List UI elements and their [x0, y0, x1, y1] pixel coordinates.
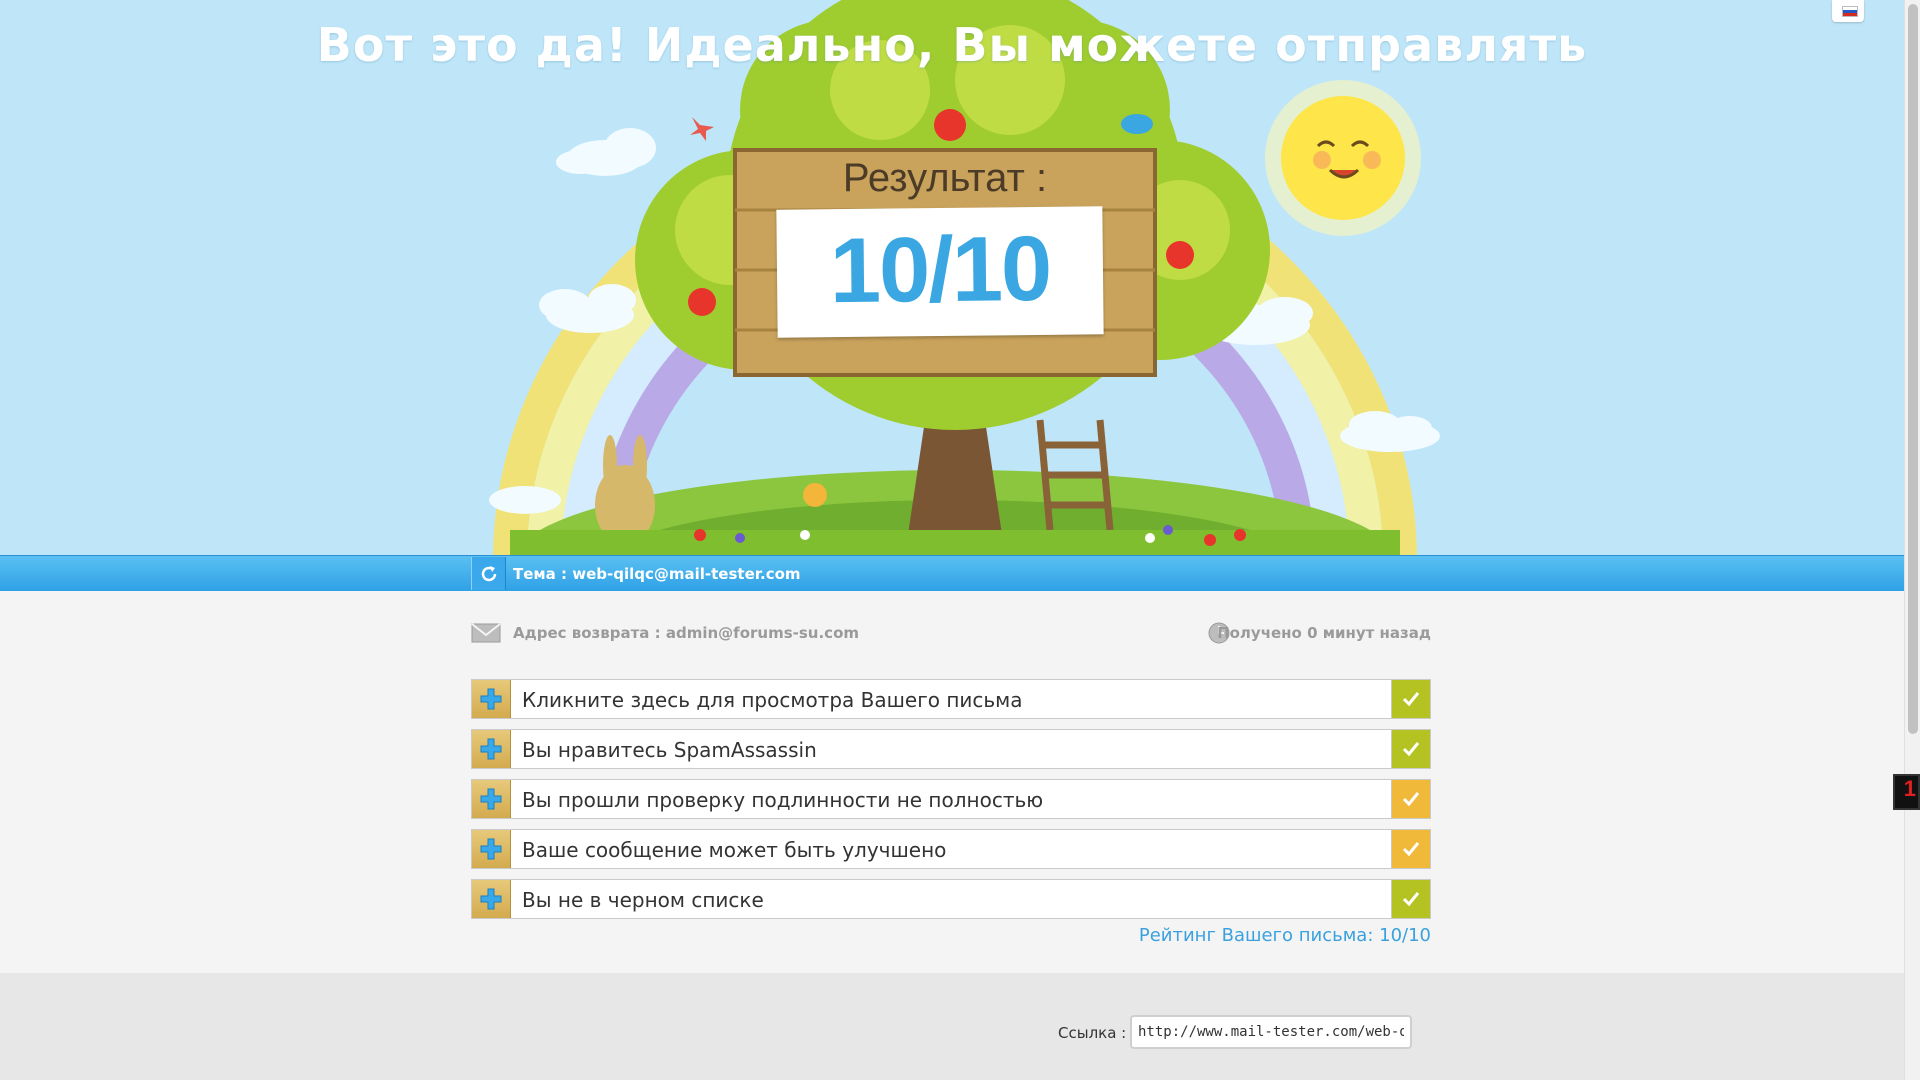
- scroll-thumb[interactable]: [1908, 4, 1918, 734]
- check-row-spamassassin[interactable]: Вы нравитесь SpamAssassin: [471, 729, 1431, 769]
- received-time: Получено 0 минут назад: [1208, 621, 1431, 644]
- subject-bar: Тема : web-qilqc@mail-tester.com: [0, 555, 1904, 592]
- email-rating-link[interactable]: Рейтинг Вашего письма: 10/10: [1139, 925, 1431, 946]
- plus-icon: [480, 888, 502, 910]
- result-headline: Вот это да! Идеально, Вы можете отправля…: [316, 18, 1588, 72]
- email-subject: Тема : web-qilqc@mail-tester.com: [513, 565, 801, 583]
- score-value: 10/10: [829, 217, 1051, 323]
- check-label: Вы не в черном списке: [522, 888, 764, 912]
- status-badge: [1391, 830, 1430, 868]
- plus-icon: [480, 738, 502, 760]
- results-panel: Адрес возврата : admin@forums-su.com Пол…: [0, 591, 1904, 973]
- check-label: Кликните здесь для просмотра Вашего пись…: [522, 688, 1023, 712]
- checkmark-icon: [1402, 742, 1420, 757]
- checkmark-icon: [1402, 842, 1420, 857]
- score-paper: 10/10: [776, 206, 1104, 338]
- expand-button[interactable]: [472, 680, 511, 718]
- share-link-input[interactable]: [1130, 1015, 1412, 1049]
- check-label: Ваше сообщение может быть улучшено: [522, 838, 947, 862]
- checkmark-icon: [1402, 892, 1420, 907]
- return-address-text: Адрес возврата : admin@forums-su.com: [513, 624, 860, 642]
- result-label: Результат :: [842, 156, 1048, 200]
- check-label: Вы прошли проверку подлинности не полнос…: [522, 788, 1044, 812]
- footer: Ссылка :: [0, 973, 1904, 1080]
- expand-button[interactable]: [472, 730, 511, 768]
- hero-banner: Вот это да! Идеально, Вы можете отправля…: [0, 0, 1904, 555]
- language-selector[interactable]: [1832, 0, 1864, 22]
- refresh-button[interactable]: [471, 557, 506, 590]
- checks-list: Кликните здесь для просмотра Вашего пись…: [471, 679, 1431, 929]
- refresh-icon: [481, 566, 497, 582]
- received-time-text: Получено 0 минут назад: [1217, 624, 1431, 642]
- checkmark-icon: [1402, 792, 1420, 807]
- expand-button[interactable]: [472, 880, 511, 918]
- check-row-authentication[interactable]: Вы прошли проверку подлинности не полнос…: [471, 779, 1431, 819]
- meta-row: Адрес возврата : admin@forums-su.com Пол…: [471, 621, 1431, 651]
- check-row-view-email[interactable]: Кликните здесь для просмотра Вашего пись…: [471, 679, 1431, 719]
- page-scrollbar[interactable]: [1904, 0, 1920, 1080]
- check-row-blacklist[interactable]: Вы не в черном списке: [471, 879, 1431, 919]
- status-badge: [1391, 780, 1430, 818]
- envelope-icon: [471, 623, 501, 643]
- plus-icon: [480, 788, 502, 810]
- link-label: Ссылка :: [1058, 1024, 1127, 1042]
- check-label: Вы нравитесь SpamAssassin: [522, 738, 817, 762]
- plus-icon: [480, 688, 502, 710]
- status-badge: [1391, 880, 1430, 918]
- checkmark-icon: [1402, 692, 1420, 707]
- side-counter-widget[interactable]: 1: [1893, 774, 1920, 810]
- plus-icon: [480, 838, 502, 860]
- expand-button[interactable]: [472, 780, 511, 818]
- ru-flag-icon: [1842, 6, 1858, 17]
- status-badge: [1391, 680, 1430, 718]
- expand-button[interactable]: [472, 830, 511, 868]
- check-row-improvement[interactable]: Ваше сообщение может быть улучшено: [471, 829, 1431, 869]
- status-badge: [1391, 730, 1430, 768]
- score-board: Результат : 10/10: [735, 150, 1155, 375]
